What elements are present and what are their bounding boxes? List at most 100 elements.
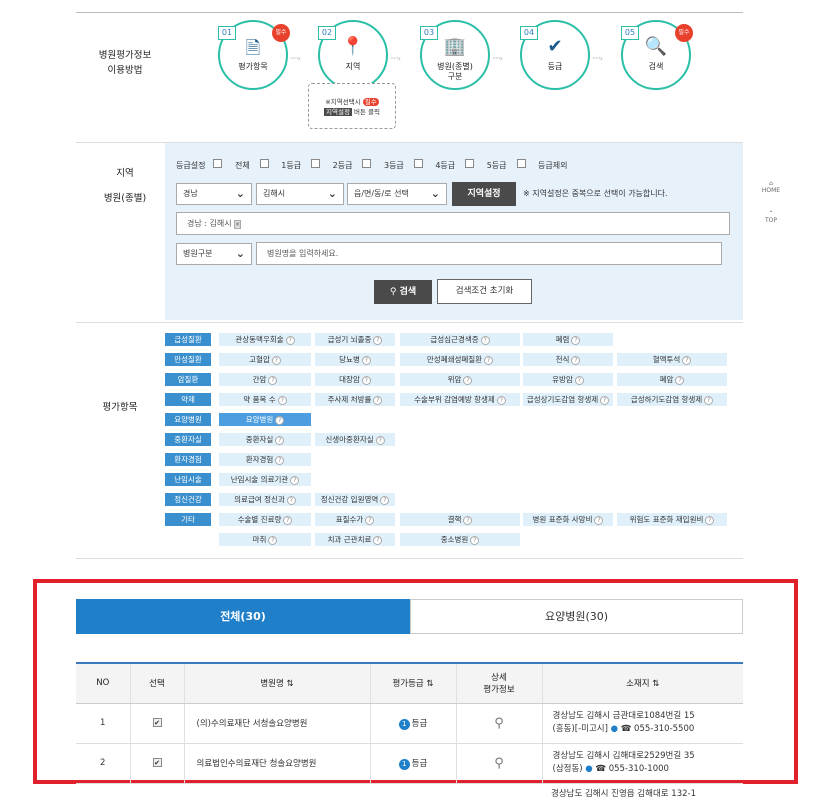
col-address[interactable]: 소재지 ⇅	[541, 662, 743, 704]
help-icon[interactable]: ?	[480, 336, 490, 345]
eval-item[interactable]: 주사제 처방률?	[315, 393, 395, 406]
eval-item[interactable]: 병원 표준화 사망비?	[523, 513, 613, 526]
sido-select[interactable]: 경남 ⌄	[176, 183, 252, 205]
tab-all[interactable]: 전체(30)	[76, 599, 410, 634]
eval-item[interactable]: 난임시술 의료기관?	[219, 473, 311, 486]
grade-filter: 등급설정 전체 1등급 2등급 3등급 4등급 5등급 등급제외	[176, 159, 588, 171]
eval-item[interactable]: 수술별 진료량?	[219, 513, 311, 526]
eval-item[interactable]: 수술부위 감염예방 항생제?	[400, 393, 520, 406]
help-icon[interactable]: ?	[463, 376, 473, 385]
help-icon[interactable]: ?	[594, 516, 604, 525]
grade-checkbox[interactable]: 1등급	[259, 159, 301, 170]
hospital-name[interactable]: (의)수의료재단 서청솔요양병원	[183, 703, 370, 744]
help-icon[interactable]: ?	[704, 396, 714, 405]
help-icon[interactable]: ?	[373, 396, 383, 405]
help-icon[interactable]: ?	[682, 356, 692, 365]
search-icon: ⚲	[389, 287, 397, 297]
help-icon[interactable]: ?	[470, 536, 480, 545]
help-icon[interactable]: ?	[600, 396, 610, 405]
eval-item[interactable]: 대장암?	[315, 373, 395, 386]
location-pin-icon[interactable]: ●	[585, 764, 592, 774]
eval-item[interactable]: 위험도 표준화 재입원비?	[617, 513, 727, 526]
eval-item[interactable]: 폐암?	[617, 373, 727, 386]
eval-item[interactable]: 치과 근관치료?	[315, 533, 395, 546]
hospital-type-select[interactable]: 병원구분 ⌄	[176, 243, 252, 265]
eval-item[interactable]: 당뇨병?	[315, 353, 395, 366]
help-icon[interactable]: ?	[275, 456, 285, 465]
help-icon[interactable]: ?	[277, 396, 287, 405]
help-icon[interactable]: ?	[268, 376, 278, 385]
grade-checkbox[interactable]: 4등급	[413, 159, 455, 170]
row-checkbox[interactable]: ✔	[152, 718, 162, 727]
eval-item[interactable]: 급성하기도감염 항생제?	[617, 393, 727, 406]
row-checkbox[interactable]: ✔	[152, 758, 162, 767]
tab-nursing-hospital[interactable]: 요양병원(30)	[410, 599, 743, 634]
eval-item[interactable]: 표질수가?	[315, 513, 395, 526]
eval-item[interactable]: 환자경험?	[219, 453, 311, 466]
hospital-name[interactable]: 의료법인수의료재단 청솔요양병원	[183, 743, 370, 784]
help-icon[interactable]: ?	[290, 476, 300, 485]
help-icon[interactable]: ?	[286, 496, 296, 505]
grade-checkbox[interactable]: 2등급	[311, 159, 352, 170]
help-icon[interactable]: ?	[373, 536, 383, 545]
help-icon[interactable]: ?	[380, 496, 390, 505]
help-icon[interactable]: ?	[365, 516, 375, 525]
help-icon[interactable]: ?	[373, 336, 383, 345]
help-icon[interactable]: ?	[574, 376, 584, 385]
col-name[interactable]: 병원명 ⇅	[183, 662, 370, 704]
help-icon[interactable]: ?	[571, 356, 581, 365]
help-icon[interactable]: ?	[275, 436, 285, 445]
sigungu-select[interactable]: 김해시 ⌄	[256, 183, 344, 205]
help-icon[interactable]: ?	[361, 376, 371, 385]
help-icon[interactable]: ?	[361, 356, 371, 365]
eval-item[interactable]: 급성기 뇌졸중?	[315, 333, 395, 346]
grade-checkbox[interactable]: 3등급	[362, 159, 404, 170]
eval-item[interactable]: 중환자실?	[219, 433, 311, 446]
help-icon[interactable]: ?	[496, 396, 506, 405]
help-icon[interactable]: ?	[268, 536, 278, 545]
eval-item[interactable]: 위암?	[400, 373, 520, 386]
eval-item[interactable]: 관상동맥우회술?	[219, 333, 311, 346]
eval-item[interactable]: 마취?	[219, 533, 311, 546]
search-icon[interactable]: ⚲	[494, 756, 504, 771]
help-icon[interactable]: ?	[463, 516, 473, 525]
eval-item[interactable]: 만성폐쇄성폐질환?	[400, 353, 520, 366]
home-button[interactable]: ⌂ HOME	[760, 180, 782, 194]
eval-item[interactable]: 급성상기도감염 항생제?	[523, 393, 613, 406]
eval-item[interactable]: 요양병원?	[219, 413, 311, 426]
eval-item[interactable]: 정신건강 입원영역?	[315, 493, 395, 506]
grade-checkbox[interactable]: 등급제외	[516, 159, 568, 170]
eval-item[interactable]: 약 품목 수?	[219, 393, 311, 406]
eval-item[interactable]: 고혈압?	[219, 353, 311, 366]
search-button[interactable]: ⚲ 검색	[374, 280, 432, 304]
grade-checkbox[interactable]: 5등급	[465, 159, 507, 170]
help-icon[interactable]: ?	[275, 416, 285, 425]
top-button[interactable]: ⌃ TOP	[760, 210, 782, 224]
location-pin-icon[interactable]: ●	[611, 724, 618, 734]
eval-item[interactable]: 유방암?	[523, 373, 613, 386]
hospital-name-input[interactable]: 병원명을 입력하세요.	[256, 242, 722, 265]
help-icon[interactable]: ?	[705, 516, 715, 525]
eval-item[interactable]: 천식?	[523, 353, 613, 366]
dong-select[interactable]: 읍/면/동/로 선택 ⌄	[347, 183, 447, 205]
eval-item[interactable]: 혈액투석?	[617, 353, 727, 366]
help-icon[interactable]: ?	[571, 336, 581, 345]
help-icon[interactable]: ?	[283, 516, 293, 525]
help-icon[interactable]: ?	[271, 356, 281, 365]
search-icon[interactable]: ⚲	[494, 716, 504, 731]
eval-item[interactable]: 중소병원?	[400, 533, 520, 546]
help-icon[interactable]: ?	[375, 436, 385, 445]
col-grade[interactable]: 평가등급 ⇅	[369, 662, 456, 704]
help-icon[interactable]: ?	[484, 356, 494, 365]
eval-item[interactable]: 폐렴?	[523, 333, 613, 346]
grade-checkbox[interactable]: 전체	[213, 159, 250, 170]
help-icon[interactable]: ?	[285, 336, 295, 345]
eval-item[interactable]: 간암?	[219, 373, 311, 386]
eval-item[interactable]: 의료급여 정신과?	[219, 493, 311, 506]
eval-item[interactable]: 결핵?	[400, 513, 520, 526]
region-set-button[interactable]: 지역설정	[452, 182, 516, 206]
eval-item[interactable]: 신생아중환자실?	[315, 433, 395, 446]
eval-item[interactable]: 급성심근경색증?	[400, 333, 520, 346]
help-icon[interactable]: ?	[675, 376, 685, 385]
reset-button[interactable]: 검색조건 초기화	[437, 279, 532, 304]
